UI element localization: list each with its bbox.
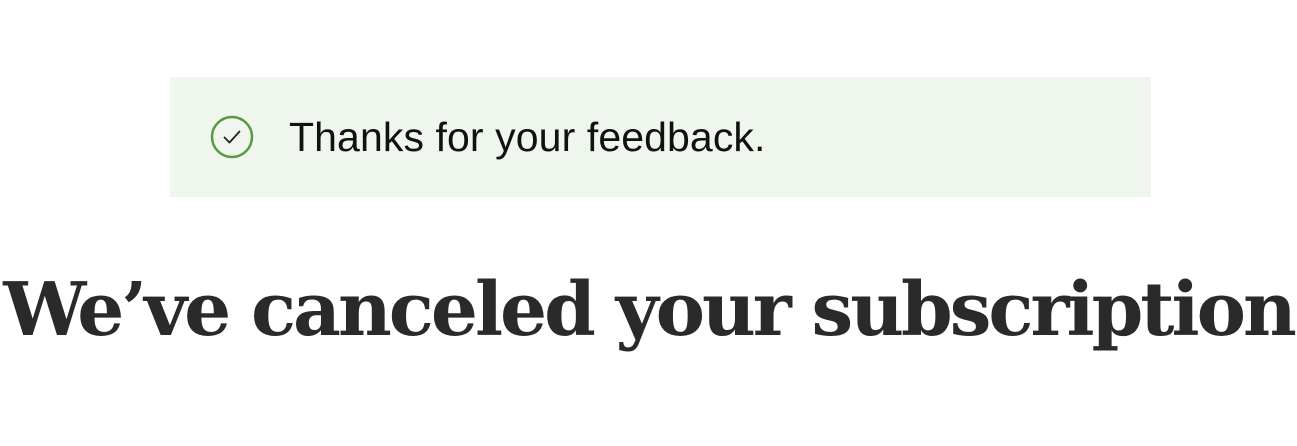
check-circle-outline <box>210 115 254 159</box>
check-mark <box>223 130 241 144</box>
notice-message: Thanks for your feedback. <box>289 113 766 160</box>
check-circle-icon <box>210 115 254 159</box>
cancellation-confirmation-page: Thanks for your feedback. We’ve canceled… <box>0 0 1297 446</box>
success-notice-banner: Thanks for your feedback. <box>170 77 1151 197</box>
page-title: We’ve canceled your subscription <box>3 267 1297 353</box>
